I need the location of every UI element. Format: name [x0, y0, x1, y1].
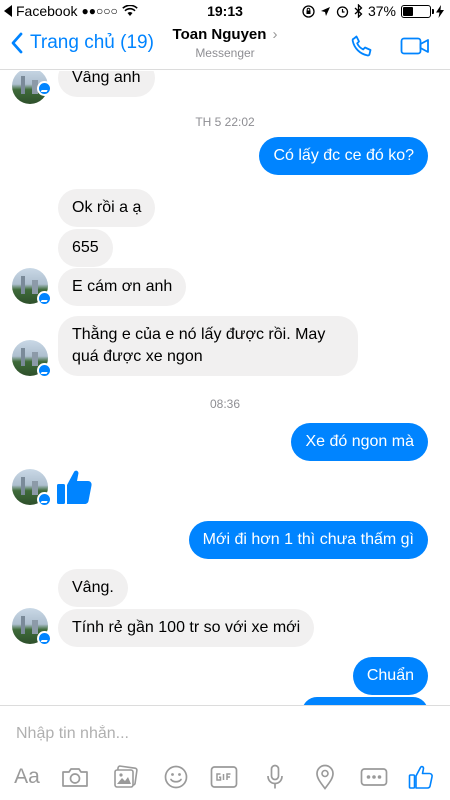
header-actions [350, 34, 430, 58]
status-right: 37% [302, 3, 444, 19]
more-button[interactable] [359, 762, 389, 792]
messenger-badge-icon [37, 631, 52, 646]
message-line: quá được xe ngon [72, 348, 203, 365]
gif-button[interactable] [209, 762, 239, 792]
status-bar: Facebook ●●○○○ 19:13 37% [0, 0, 450, 22]
avatar-photo-detail [21, 276, 25, 294]
location-icon [316, 764, 334, 790]
avatar-photo-detail [32, 620, 38, 634]
text-format-button[interactable]: Aa [10, 762, 44, 792]
like-button[interactable] [406, 762, 436, 792]
conversation-header: Trang chủ (19) Toan Nguyen › Messenger [0, 22, 450, 70]
navigation-arrow-icon [320, 6, 330, 16]
incoming-message[interactable]: Tính rẻ gần 100 tr so với xe mới [58, 609, 315, 647]
incoming-message[interactable]: Ok rồi a ạ [58, 189, 156, 227]
message-composer: Aa [0, 705, 450, 800]
avatar-photo-detail [32, 280, 38, 294]
incoming-message[interactable]: E cám ơn anh [58, 268, 187, 306]
location-button[interactable] [312, 762, 338, 792]
microphone-icon [267, 764, 283, 789]
message-list[interactable]: Vâng anh TH 5 22:02 Có lấy đc ce đó ko? … [0, 71, 450, 705]
more-icon [360, 768, 388, 786]
alarm-icon [336, 5, 349, 18]
messenger-badge-icon [37, 291, 52, 306]
camera-button[interactable] [60, 762, 90, 792]
phone-icon[interactable] [350, 34, 374, 58]
messenger-badge-icon [37, 492, 52, 507]
avatar-photo-detail [21, 616, 25, 634]
messenger-badge-icon [37, 363, 52, 378]
charging-bolt-icon [436, 4, 444, 18]
video-icon[interactable] [400, 36, 430, 56]
gallery-button[interactable] [111, 762, 141, 792]
messenger-badge-icon [37, 81, 52, 96]
timestamp: 08:36 [209, 397, 241, 411]
outgoing-message[interactable]: Xe đó ngon mà [291, 423, 428, 461]
timestamp: TH 5 22:02 [195, 115, 255, 129]
camera-icon [62, 768, 88, 787]
voice-button[interactable] [262, 762, 288, 792]
outgoing-message[interactable]: Chuẩn [352, 657, 428, 695]
avatar-photo-detail [21, 477, 25, 495]
incoming-message-multiline[interactable]: Thằng e của e nó lấy được rồi. May quá đ… [58, 316, 358, 376]
avatar-photo-detail [21, 76, 25, 94]
sticker-icon [164, 765, 188, 789]
gif-icon [210, 766, 238, 788]
battery-percent: 37% [367, 3, 396, 19]
avatar-photo-detail [21, 348, 25, 366]
avatar-photo-detail [32, 481, 38, 495]
message-line: Thằng e của e nó lấy được rồi. May [72, 326, 326, 343]
outgoing-message[interactable]: Mới đi hơn 1 thì chưa thấm gì [188, 521, 428, 559]
outgoing-message[interactable]: Có lấy đc ce đó ko? [259, 137, 428, 175]
message-input[interactable] [16, 722, 426, 746]
incoming-message[interactable]: Vâng anh [58, 71, 155, 97]
incoming-message[interactable]: 655 [58, 229, 113, 267]
contact-name: Toan Nguyen [172, 26, 267, 43]
sticker-button[interactable] [161, 762, 191, 792]
battery-fill [403, 6, 413, 16]
rotation-lock-icon [302, 4, 315, 18]
incoming-message[interactable]: Vâng. [58, 569, 128, 607]
gallery-icon [114, 765, 138, 788]
bluetooth-icon [354, 4, 363, 18]
outgoing-message-partial[interactable] [302, 697, 428, 705]
thumbs-up-icon[interactable] [56, 467, 94, 507]
chevron-right-icon: › [272, 26, 278, 43]
avatar-photo-detail [32, 352, 38, 366]
like-icon [408, 765, 433, 789]
battery-icon [401, 4, 434, 18]
composer-toolbar: Aa [0, 762, 450, 796]
